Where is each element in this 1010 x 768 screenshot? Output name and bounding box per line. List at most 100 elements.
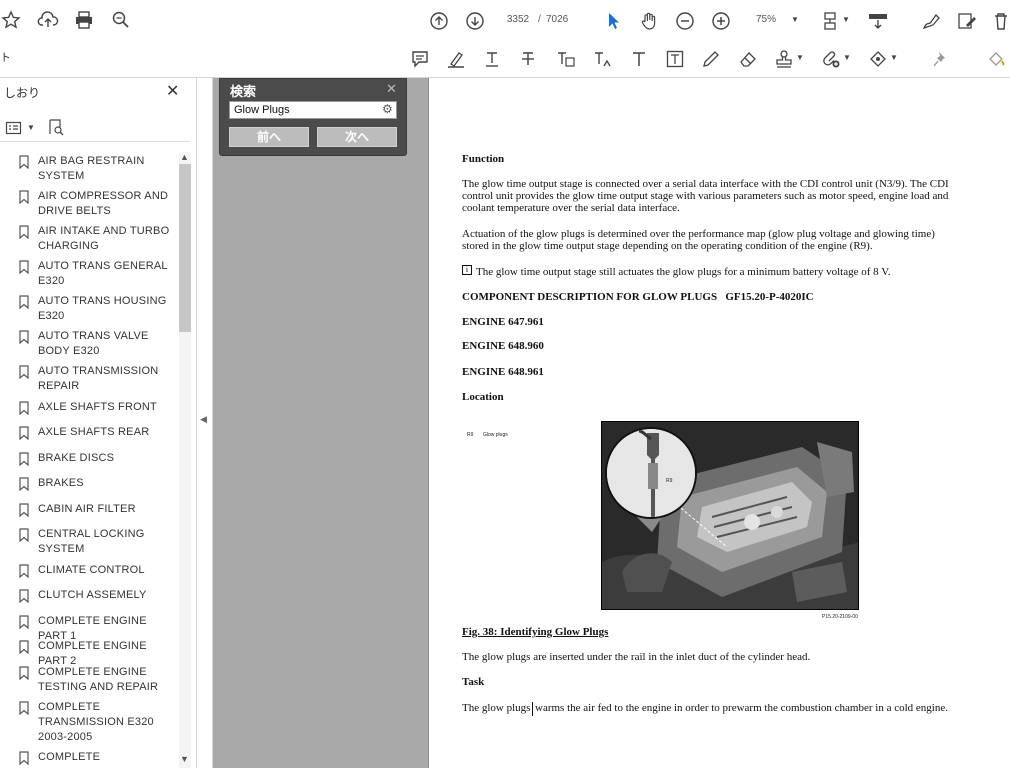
bookmark-label: COMPLETE ENGINE TESTING AND REPAIR <box>38 666 159 693</box>
add-text-icon[interactable] <box>628 47 650 71</box>
scroll-thumb[interactable] <box>179 164 191 332</box>
bookmarks-title: しおり <box>4 86 41 100</box>
collapse-panel-icon[interactable]: ◀ <box>200 414 207 425</box>
bookmark-label: AXLE SHAFTS REAR <box>38 426 150 438</box>
delete-icon[interactable] <box>992 9 1010 33</box>
bookmark-scrollbar[interactable]: ▲ ▼ <box>179 152 191 768</box>
gear-icon[interactable]: ⚙ <box>382 102 393 116</box>
panel-splitter[interactable]: ◀ <box>197 78 213 768</box>
engine-heading: ENGINE 647.961 <box>462 316 544 328</box>
zoom-dropdown-caret-icon[interactable]: ▼ <box>791 15 799 24</box>
paragraph-line: coolant temperature over the serial data… <box>462 202 680 214</box>
bookmark-label: AUTO TRANS HOUSING E320 <box>38 295 167 322</box>
bookmark-icon <box>19 503 29 517</box>
zoom-search-icon[interactable] <box>110 8 132 32</box>
zoom-in-icon[interactable] <box>710 9 732 33</box>
scroll-down-icon[interactable]: ▼ <box>180 754 189 764</box>
scroll-mode-icon[interactable] <box>866 9 890 33</box>
page-display-icon[interactable] <box>820 9 844 33</box>
bookmark-icon <box>19 155 29 169</box>
bookmark-icon <box>19 640 29 654</box>
truncated-label: ト <box>0 52 11 64</box>
search-input[interactable]: Glow Plugs <box>229 101 397 119</box>
pin-icon[interactable] <box>930 47 952 71</box>
bookmark-label: AUTO TRANS VALVE BODY E320 <box>38 330 149 357</box>
component-heading: COMPONENT DESCRIPTION FOR GLOW PLUGS GF1… <box>462 291 814 303</box>
eraser-icon[interactable] <box>737 47 759 71</box>
bookmark-label: AUTO TRANS GENERAL E320 <box>38 260 168 287</box>
replace-text-icon[interactable] <box>554 47 578 71</box>
page-display-caret-icon[interactable]: ▼ <box>842 15 850 24</box>
bookmark-icon <box>19 477 29 491</box>
bookmark-icon <box>19 589 29 603</box>
main-toolbar: 3352 / 7026 75% ▼ ▼ <box>0 0 1010 40</box>
fill-color-icon[interactable] <box>985 47 1007 71</box>
sign-icon[interactable] <box>920 9 944 33</box>
engine-heading: ENGINE 648.961 <box>462 366 544 378</box>
hand-tool-icon[interactable] <box>638 9 660 33</box>
attach-caret-icon[interactable]: ▼ <box>843 53 851 62</box>
next-result-button[interactable]: 次へ <box>317 127 397 147</box>
fill-sign-icon[interactable] <box>955 9 979 33</box>
strikethrough-icon[interactable] <box>517 47 539 71</box>
engine-heading: ENGINE 648.960 <box>462 340 544 352</box>
bookmark-options-caret-icon[interactable]: ▼ <box>27 123 35 132</box>
bookmark-icon <box>19 365 29 379</box>
zoom-out-icon[interactable] <box>674 9 696 33</box>
glow-plug-icon <box>607 429 695 517</box>
bookmark-icon <box>19 295 29 309</box>
attach-file-icon[interactable] <box>820 47 842 71</box>
bookmark-label: AIR BAG RESTRAIN SYSTEM <box>38 155 145 182</box>
bookmark-icon <box>19 225 29 239</box>
bookmark-label: AUTO TRANSMISSION REPAIR <box>38 365 159 392</box>
glow-plug-detail-inset <box>605 427 697 519</box>
pencil-icon[interactable] <box>700 47 722 71</box>
bookmark-label: BRAKE DISCS <box>38 452 115 464</box>
search-panel: 検索 ✕ Glow Plugs ⚙ 前へ 次へ <box>219 78 407 156</box>
figure-caption: Fig. 38: Identifying Glow Plugs <box>462 626 609 638</box>
bookmark-label: BRAKES <box>38 477 84 489</box>
bookmark-label: AIR INTAKE AND TURBO CHARGING <box>38 225 170 252</box>
bookmark-label: AXLE SHAFTS FRONT <box>38 401 157 413</box>
bookmark-options-icon[interactable] <box>4 116 24 140</box>
info-note-icon: i <box>462 265 472 275</box>
next-page-icon[interactable] <box>464 9 486 33</box>
paragraph-line: stored in the glow time output stage dep… <box>462 240 873 252</box>
heading-function: Function <box>462 153 505 165</box>
stamp-caret-icon[interactable]: ▼ <box>796 53 804 62</box>
photo-id: P15.20-2109-00 <box>822 614 858 620</box>
bookmark-icon <box>19 564 29 578</box>
bookmark-icon <box>19 666 29 680</box>
previous-page-icon[interactable] <box>428 9 450 33</box>
previous-result-button[interactable]: 前へ <box>229 127 309 147</box>
scroll-up-icon[interactable]: ▲ <box>180 152 189 162</box>
shapes-caret-icon[interactable]: ▼ <box>890 53 898 62</box>
bookmark-icon <box>19 615 29 629</box>
shapes-icon[interactable] <box>867 47 889 71</box>
bookmark-icon <box>19 330 29 344</box>
select-cursor-icon[interactable] <box>602 9 624 33</box>
sticky-note-icon[interactable] <box>409 47 431 71</box>
stamp-icon[interactable] <box>773 47 795 71</box>
legend-text: Glow plugs <box>483 432 508 438</box>
find-bookmark-icon[interactable] <box>46 115 66 139</box>
page-total: 7026 <box>546 14 569 25</box>
close-search-icon[interactable]: ✕ <box>386 81 397 97</box>
page-number-input[interactable]: 3352 <box>505 11 531 29</box>
print-icon[interactable] <box>73 8 95 32</box>
bookmarks-panel: しおり ✕ ▼ AIR BAG RESTRAIN SYSTEM AIR COMP… <box>0 78 197 768</box>
paragraph-start: The glow plugs <box>462 702 531 714</box>
bookmark-icon <box>19 426 29 440</box>
insert-text-icon[interactable] <box>591 47 615 71</box>
text-cursor <box>532 702 533 716</box>
underline-text-icon[interactable] <box>481 47 503 71</box>
highlight-icon[interactable] <box>445 47 467 71</box>
text-box-icon[interactable] <box>664 47 686 71</box>
zoom-level[interactable]: 75% <box>756 11 776 29</box>
close-icon[interactable]: ✕ <box>166 81 179 101</box>
bookmark-list: AIR BAG RESTRAIN SYSTEM AIR COMPRESSOR A… <box>0 152 179 768</box>
paragraph-line: control unit provides the glow time outp… <box>462 190 949 202</box>
cloud-upload-icon[interactable] <box>37 8 59 32</box>
bookmark-icon <box>19 701 29 715</box>
star-icon[interactable] <box>0 8 22 32</box>
